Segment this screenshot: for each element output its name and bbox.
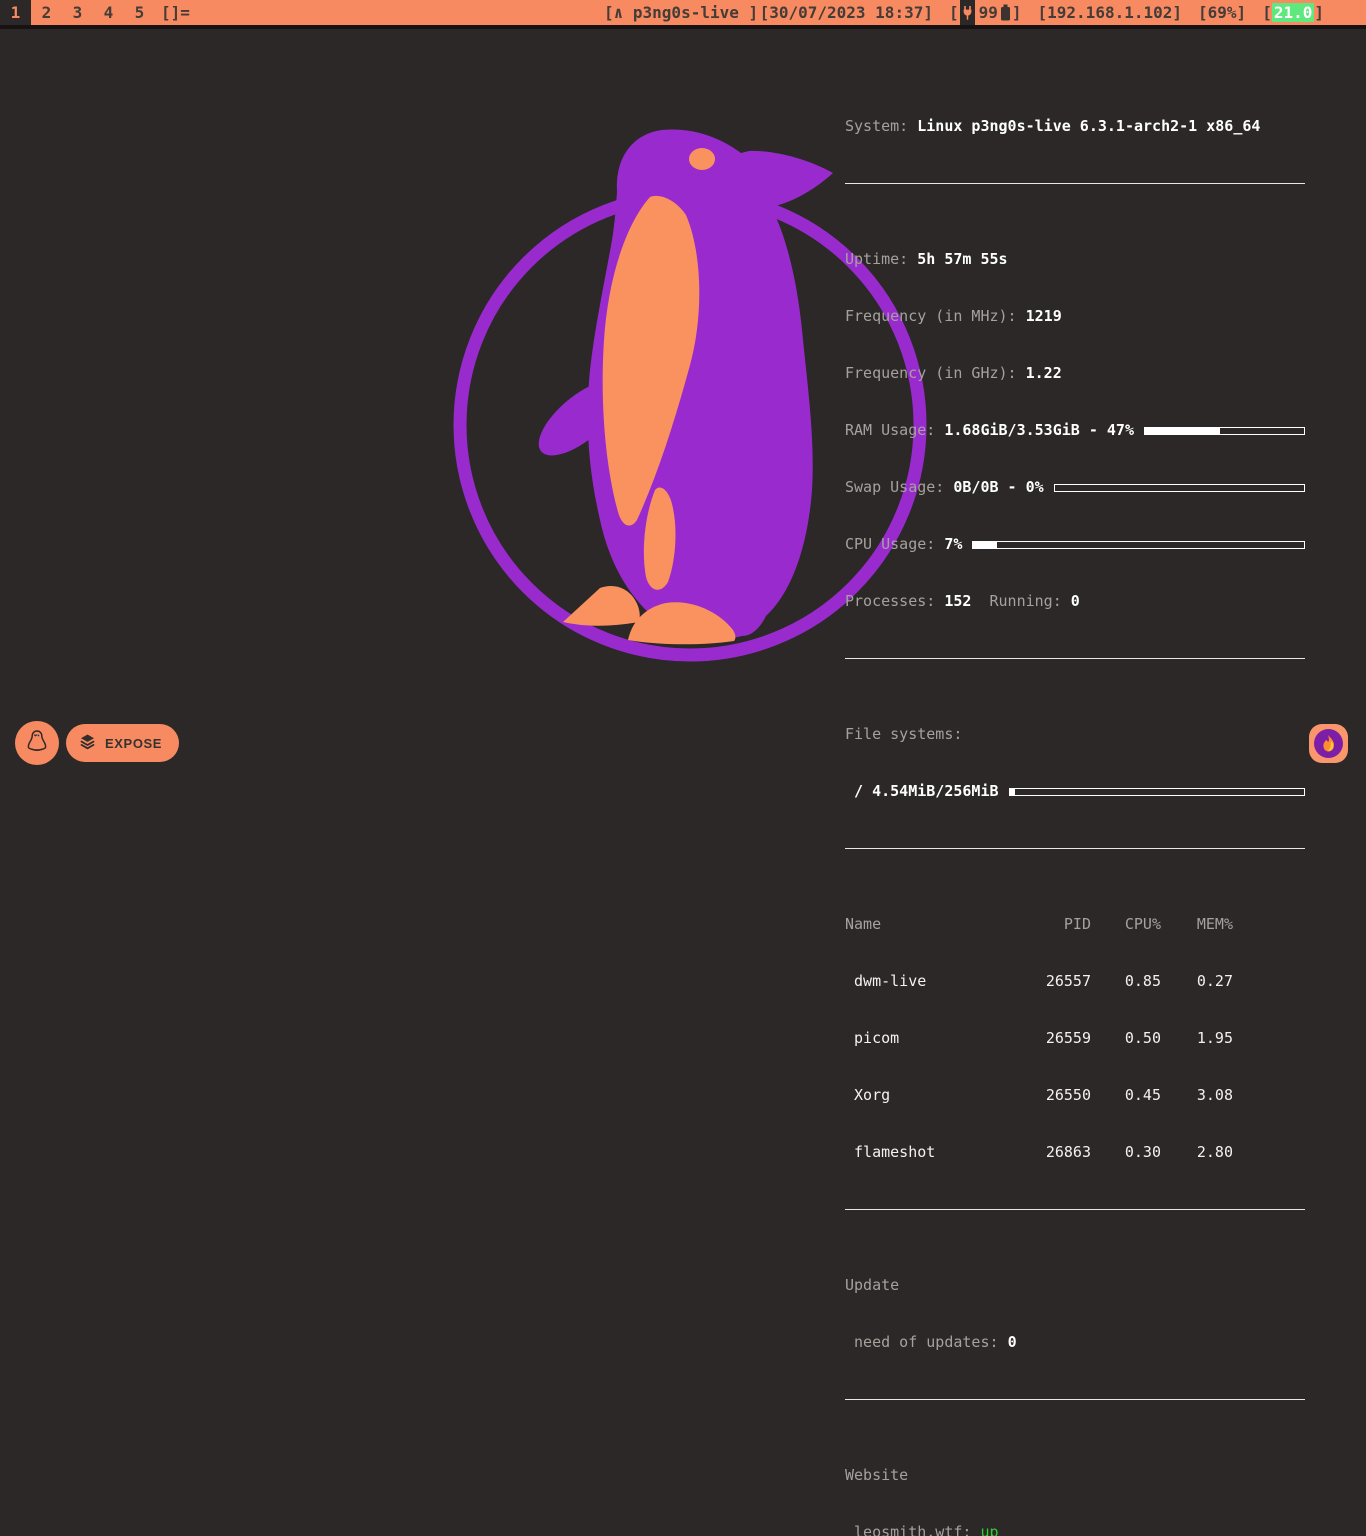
process-row: Xorg 26550 0.45 3.08 xyxy=(845,1086,1305,1105)
system-value: Linux p3ng0s-live 6.3.1-arch2-1 x86_64 xyxy=(917,117,1260,135)
update-header: Update xyxy=(845,1276,1305,1295)
power-plug-icon xyxy=(960,0,975,25)
separator xyxy=(845,1399,1305,1400)
separator xyxy=(845,658,1305,659)
battery-percent: 99 xyxy=(979,3,998,22)
temp-open-bracket: [ xyxy=(1262,3,1272,22)
status-ip: [192.168.1.102] xyxy=(1038,3,1183,22)
filesystems-header: File systems: xyxy=(845,725,1305,744)
website-status-line: leosmith.wtf: up xyxy=(845,1523,1305,1536)
expose-button[interactable]: EXPOSE xyxy=(66,724,179,762)
flameshot-tray-icon[interactable] xyxy=(1309,724,1348,763)
workspace-tag-1[interactable]: 1 xyxy=(0,0,31,25)
penguin-left-foot xyxy=(563,586,640,626)
cpu-usage-bar xyxy=(972,541,1305,549)
temperature-value: 21.0 xyxy=(1272,3,1315,22)
system-line: System: Linux p3ng0s-live 6.3.1-arch2-1 … xyxy=(845,117,1305,136)
window-title: [∧ p3ng0s-live ] xyxy=(604,0,758,25)
processes-line: Processes: 152 Running: 0 xyxy=(845,592,1305,611)
process-row: dwm-live 26557 0.85 0.27 xyxy=(845,972,1305,991)
process-row: flameshot 26863 0.30 2.80 xyxy=(845,1143,1305,1162)
workspace-tag-2[interactable]: 2 xyxy=(31,0,62,25)
freq-mhz-line: Frequency (in MHz): 1219 xyxy=(845,307,1305,326)
battery-icon xyxy=(1000,4,1011,21)
swap-usage-bar xyxy=(1054,484,1305,492)
penguin-eye xyxy=(689,148,715,170)
cpu-usage-line: CPU Usage: 7% xyxy=(845,535,1305,554)
tux-icon xyxy=(25,728,49,758)
layers-icon xyxy=(79,733,96,754)
process-table-header: Name PID CPU% MEM% xyxy=(845,915,1305,934)
status-datetime: [30/07/2023 18:37] xyxy=(760,3,933,22)
flameshot-flame-icon xyxy=(1314,729,1343,758)
temp-close-bracket: ] xyxy=(1314,3,1324,22)
status-text: [30/07/2023 18:37] [ 99 ] [192.168.1.1 xyxy=(760,0,1324,25)
status-volume: [69%] xyxy=(1198,3,1246,22)
expose-button-label: EXPOSE xyxy=(105,736,162,751)
ram-usage-bar xyxy=(1144,427,1305,435)
uptime-line: Uptime: 5h 57m 55s xyxy=(845,250,1305,269)
separator xyxy=(845,1209,1305,1210)
status-temperature: [ 21.0 ] xyxy=(1262,3,1324,22)
status-bar: 1 2 3 4 5 []= [∧ p3ng0s-live ] [30/07/20… xyxy=(0,0,1366,29)
website-status: up xyxy=(980,1523,998,1536)
tux-button[interactable] xyxy=(15,721,59,765)
ram-usage-line: RAM Usage: 1.68GiB/3.53GiB - 47% xyxy=(845,421,1305,440)
filesystem-bar xyxy=(1009,788,1305,796)
separator xyxy=(845,848,1305,849)
swap-usage-line: Swap Usage: 0B/0B - 0% xyxy=(845,478,1305,497)
workspace-tags: 1 2 3 4 5 xyxy=(0,0,155,25)
workspace-tag-4[interactable]: 4 xyxy=(93,0,124,25)
separator xyxy=(845,183,1305,184)
system-monitor: System: Linux p3ng0s-live 6.3.1-arch2-1 … xyxy=(845,60,1305,1536)
freq-ghz-line: Frequency (in GHz): 1.22 xyxy=(845,364,1305,383)
workspace-tag-3[interactable]: 3 xyxy=(62,0,93,25)
filesystem-root-line: / 4.54MiB/256MiB xyxy=(845,782,1305,801)
website-header: Website xyxy=(845,1466,1305,1485)
battery-close-bracket: ] xyxy=(1012,3,1022,22)
layout-indicator[interactable]: []= xyxy=(161,0,190,25)
update-count: 0 xyxy=(1008,1333,1017,1351)
status-battery: [ 99 ] xyxy=(949,0,1022,25)
battery-open-bracket: [ xyxy=(949,3,959,22)
update-count-line: need of updates: 0 xyxy=(845,1333,1305,1352)
workspace-tag-5[interactable]: 5 xyxy=(124,0,155,25)
process-row: picom 26559 0.50 1.95 xyxy=(845,1029,1305,1048)
